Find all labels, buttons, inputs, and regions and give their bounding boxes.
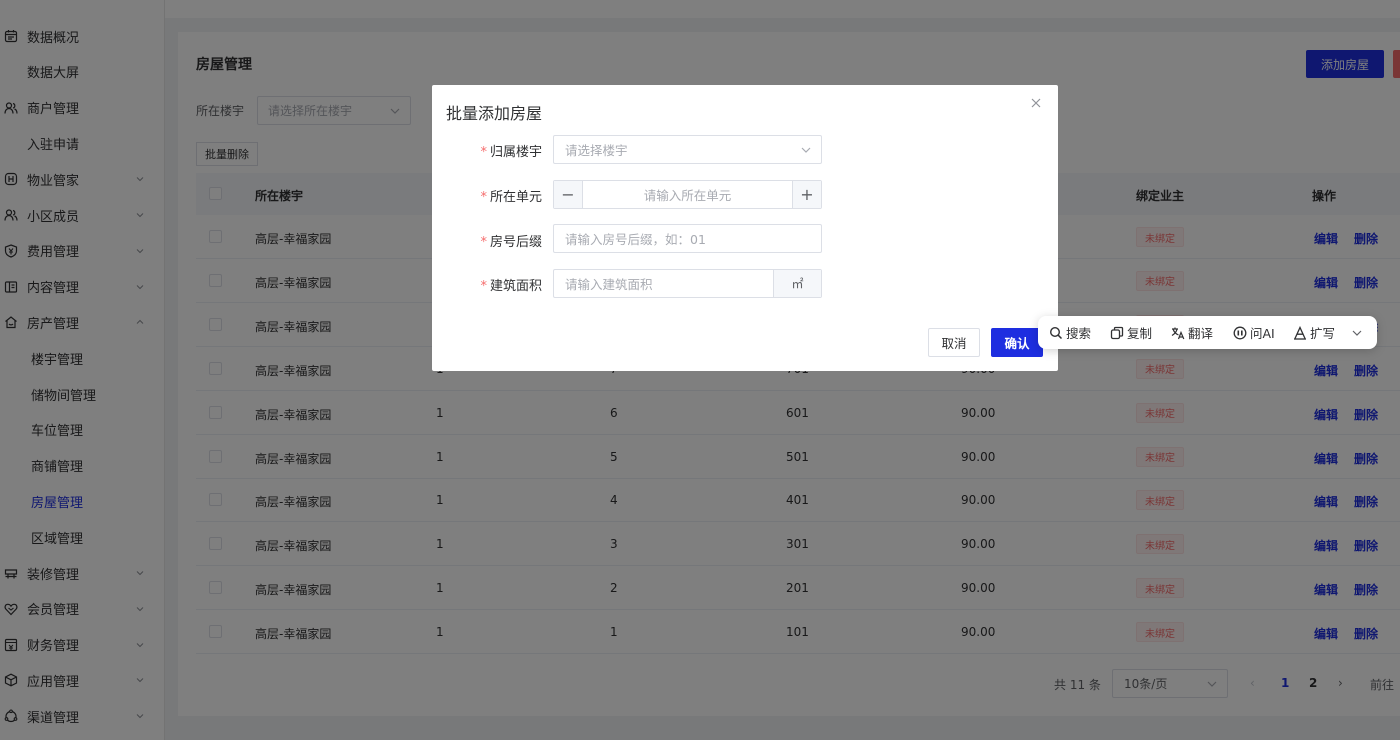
required-mark: * bbox=[480, 145, 487, 160]
cancel-button[interactable]: 取消 bbox=[928, 328, 980, 357]
translate-icon bbox=[1171, 327, 1185, 339]
confirm-button[interactable]: 确认 bbox=[991, 328, 1043, 357]
area-unit: ㎡ bbox=[773, 270, 821, 297]
required-mark: * bbox=[480, 279, 487, 294]
unit-increment-button[interactable]: + bbox=[792, 181, 821, 208]
area-input[interactable]: 请输入建筑面积 bbox=[554, 270, 773, 297]
required-mark: * bbox=[480, 235, 487, 250]
toolbar-translate-button[interactable]: 翻译 bbox=[1171, 316, 1213, 349]
copy-icon bbox=[1110, 326, 1124, 339]
chevron-down-icon[interactable] bbox=[1351, 327, 1363, 339]
toolbar-rewrite-button[interactable]: 扩写 bbox=[1293, 316, 1335, 349]
unit-stepper: − 请输入所在单元 + bbox=[553, 180, 822, 209]
area-field: 请输入建筑面积 ㎡ bbox=[553, 269, 822, 298]
rewrite-icon bbox=[1294, 325, 1306, 340]
suffix-input-placeholder: 请输入房号后缀，如：01 bbox=[565, 232, 706, 247]
building-field-label: * 归属楼宇 bbox=[480, 145, 542, 160]
unit-decrement-button[interactable]: − bbox=[554, 181, 583, 208]
search-icon bbox=[1049, 326, 1063, 339]
suffix-input[interactable]: 请输入房号后缀，如：01 bbox=[553, 224, 822, 253]
close-icon[interactable] bbox=[1030, 97, 1042, 109]
suffix-field-label: * 房号后缀 bbox=[480, 235, 542, 250]
unit-field-label: * 所在单元 bbox=[480, 190, 542, 205]
toolbar-copy-button[interactable]: 复制 bbox=[1110, 316, 1152, 349]
required-mark: * bbox=[480, 190, 487, 205]
toolbar-ask-ai-button[interactable]: 问AI bbox=[1233, 316, 1275, 349]
chevron-down-icon bbox=[801, 147, 811, 153]
ai-icon bbox=[1233, 326, 1247, 339]
area-field-label: * 建筑面积 bbox=[480, 279, 542, 294]
dialog-title: 批量添加房屋 bbox=[446, 104, 543, 123]
building-select-placeholder: 请选择楼宇 bbox=[565, 143, 628, 158]
batch-add-dialog: 批量添加房屋 * 归属楼宇 请选择楼宇 * 所在单元 − 请输入所在单元 + * 房号… bbox=[432, 85, 1058, 371]
toolbar-search-button[interactable]: 搜索 bbox=[1049, 316, 1091, 349]
unit-input[interactable]: 请输入所在单元 bbox=[583, 181, 792, 208]
building-select[interactable]: 请选择楼宇 bbox=[553, 135, 822, 164]
selection-toolbar: 搜索 复制 翻译 问AI 扩写 bbox=[1038, 316, 1377, 349]
